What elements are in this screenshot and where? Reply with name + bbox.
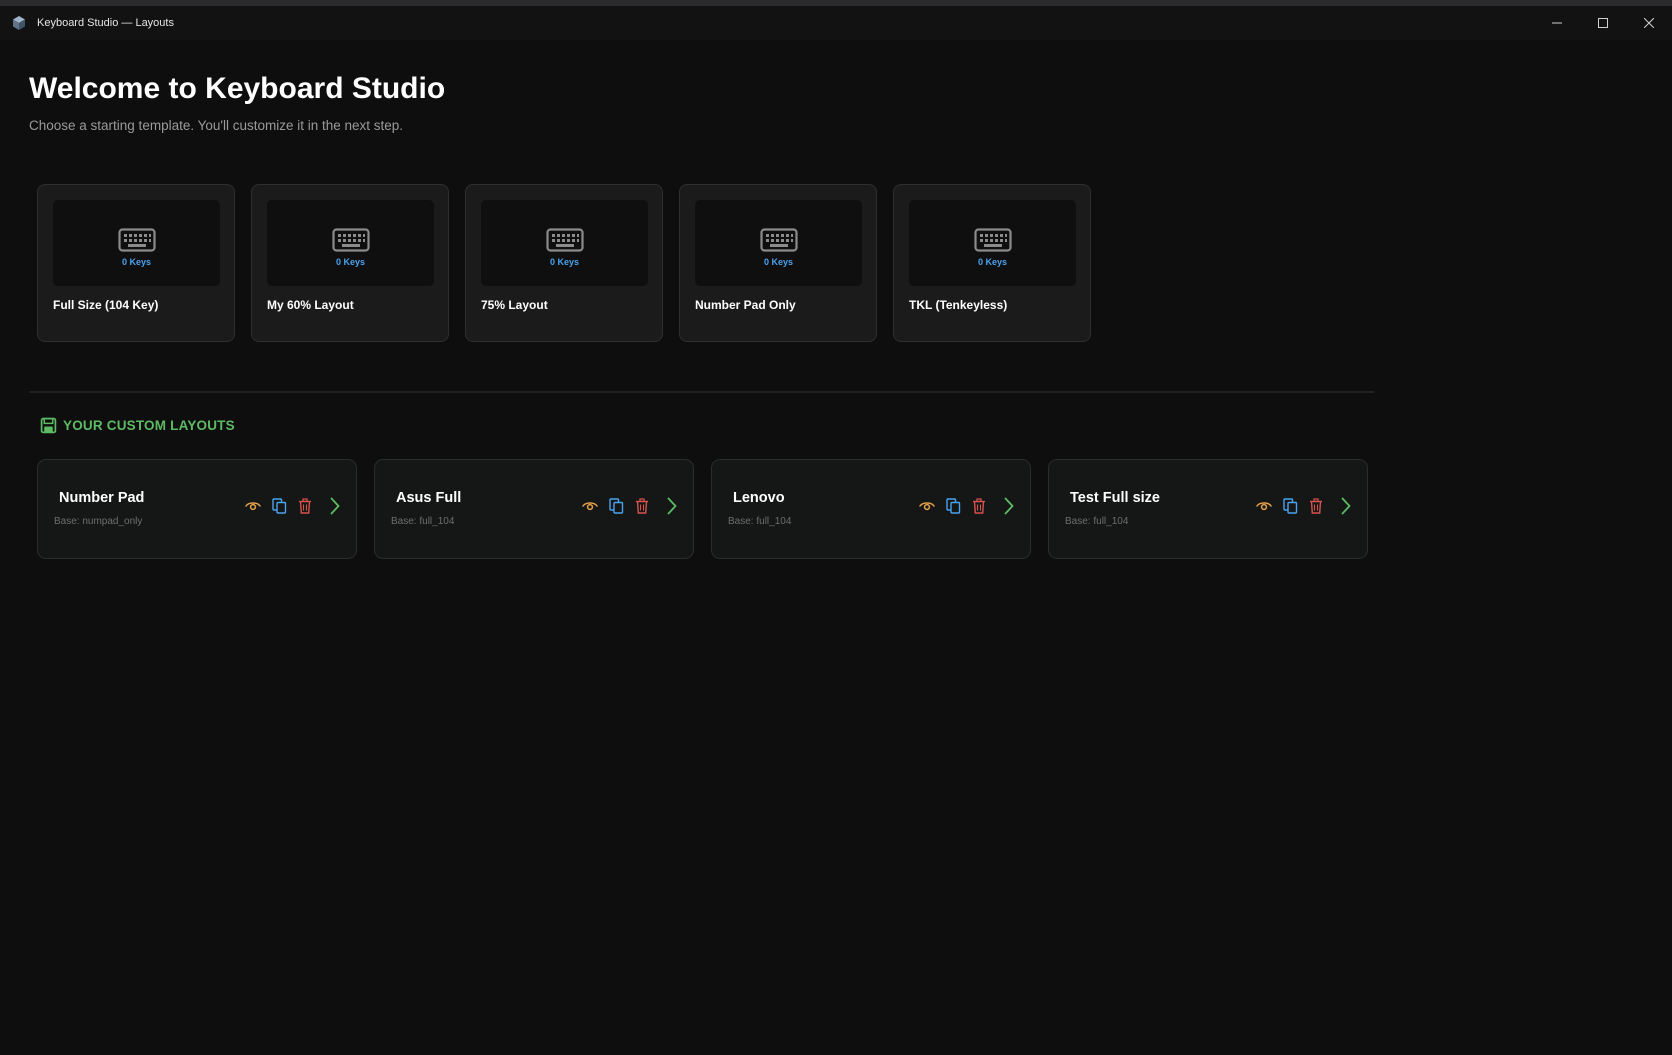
template-card[interactable]: 0 Keys My 60% Layout bbox=[251, 184, 449, 342]
template-card[interactable]: 0 Keys Number Pad Only bbox=[679, 184, 877, 342]
duplicate-copy-icon[interactable] bbox=[607, 496, 625, 516]
key-count: 0 Keys bbox=[549, 257, 580, 267]
open-chevron-right-icon[interactable] bbox=[1000, 496, 1018, 516]
keyboard-icon bbox=[331, 225, 370, 253]
key-count: 0 Keys bbox=[977, 257, 1008, 267]
custom-layouts-title: YOUR CUSTOM LAYOUTS bbox=[63, 418, 235, 433]
template-preview: 0 Keys bbox=[909, 200, 1076, 286]
maximize-button[interactable] bbox=[1580, 6, 1626, 40]
minimize-button[interactable] bbox=[1534, 6, 1580, 40]
template-preview: 0 Keys bbox=[267, 200, 434, 286]
template-name: Number Pad Only bbox=[695, 298, 796, 312]
duplicate-copy-icon[interactable] bbox=[270, 496, 288, 516]
save-icon bbox=[40, 417, 57, 434]
custom-layout-base: Base: full_104 bbox=[728, 516, 792, 527]
preview-eye-icon[interactable] bbox=[1255, 496, 1273, 516]
template-name: My 60% Layout bbox=[267, 298, 354, 312]
key-count: 0 Keys bbox=[763, 257, 794, 267]
delete-trash-icon[interactable] bbox=[296, 496, 314, 516]
custom-layout-base: Base: numpad_only bbox=[54, 516, 143, 527]
custom-layout-base: Base: full_104 bbox=[391, 516, 455, 527]
section-divider bbox=[29, 391, 1374, 393]
keyboard-icon bbox=[117, 225, 156, 253]
key-count: 0 Keys bbox=[121, 257, 152, 267]
delete-trash-icon[interactable] bbox=[633, 496, 651, 516]
custom-layout-name: Number Pad bbox=[59, 490, 145, 506]
template-name: TKL (Tenkeyless) bbox=[909, 298, 1008, 312]
minimize-icon bbox=[1552, 22, 1562, 24]
page-subtitle: Choose a starting template. You'll custo… bbox=[29, 118, 404, 133]
custom-layout-card[interactable]: Test Full size Base: full_104 bbox=[1048, 459, 1368, 559]
preview-eye-icon[interactable] bbox=[918, 496, 936, 516]
custom-layouts-heading: YOUR CUSTOM LAYOUTS bbox=[40, 417, 235, 434]
keyboard-icon bbox=[759, 225, 798, 253]
close-icon bbox=[1644, 18, 1654, 28]
key-count: 0 Keys bbox=[335, 257, 366, 267]
custom-layout-name: Asus Full bbox=[396, 490, 462, 506]
custom-layout-name: Test Full size bbox=[1070, 490, 1160, 506]
title-bar: Keyboard Studio — Layouts bbox=[0, 6, 1672, 40]
duplicate-copy-icon[interactable] bbox=[1281, 496, 1299, 516]
close-button[interactable] bbox=[1626, 6, 1672, 40]
template-preview: 0 Keys bbox=[695, 200, 862, 286]
custom-layout-card[interactable]: Asus Full Base: full_104 bbox=[374, 459, 694, 559]
custom-layout-actions bbox=[581, 496, 681, 516]
custom-layout-actions bbox=[918, 496, 1018, 516]
duplicate-copy-icon[interactable] bbox=[944, 496, 962, 516]
template-card[interactable]: 0 Keys TKL (Tenkeyless) bbox=[893, 184, 1091, 342]
delete-trash-icon[interactable] bbox=[1307, 496, 1325, 516]
template-name: Full Size (104 Key) bbox=[53, 298, 159, 312]
template-card[interactable]: 0 Keys 75% Layout bbox=[465, 184, 663, 342]
preview-eye-icon[interactable] bbox=[244, 496, 262, 516]
preview-eye-icon[interactable] bbox=[581, 496, 599, 516]
custom-layout-actions bbox=[244, 496, 344, 516]
custom-layout-base: Base: full_104 bbox=[1065, 516, 1129, 527]
template-preview: 0 Keys bbox=[481, 200, 648, 286]
custom-layout-name: Lenovo bbox=[733, 490, 785, 506]
custom-layout-card[interactable]: Number Pad Base: numpad_only bbox=[37, 459, 357, 559]
template-card[interactable]: 0 Keys Full Size (104 Key) bbox=[37, 184, 235, 342]
open-chevron-right-icon[interactable] bbox=[1337, 496, 1355, 516]
main-content: Welcome to Keyboard Studio Choose a star… bbox=[0, 40, 1672, 1055]
keyboard-icon bbox=[973, 225, 1012, 253]
template-name: 75% Layout bbox=[481, 298, 548, 312]
custom-layout-actions bbox=[1255, 496, 1355, 516]
cube-icon bbox=[11, 15, 27, 31]
open-chevron-right-icon[interactable] bbox=[326, 496, 344, 516]
window-controls bbox=[1534, 6, 1672, 40]
maximize-icon bbox=[1598, 18, 1608, 28]
delete-trash-icon[interactable] bbox=[970, 496, 988, 516]
custom-layout-card[interactable]: Lenovo Base: full_104 bbox=[711, 459, 1031, 559]
keyboard-icon bbox=[545, 225, 584, 253]
window-title: Keyboard Studio — Layouts bbox=[37, 17, 174, 29]
page-title: Welcome to Keyboard Studio bbox=[29, 72, 446, 105]
custom-layout-list: Number Pad Base: numpad_only Asus Full B… bbox=[37, 459, 1368, 559]
template-preview: 0 Keys bbox=[53, 200, 220, 286]
template-list: 0 Keys Full Size (104 Key) 0 Keys My 60%… bbox=[37, 184, 1091, 342]
open-chevron-right-icon[interactable] bbox=[663, 496, 681, 516]
